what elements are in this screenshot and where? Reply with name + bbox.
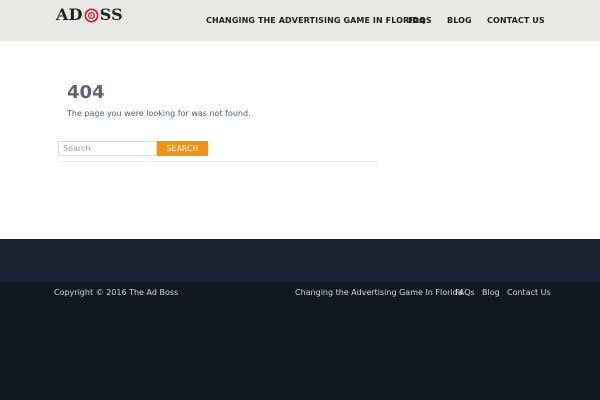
nav-item-faqs[interactable]: FAQS	[408, 14, 432, 28]
site-header: AD SS CHANGING THE ADVERTISING GAME IN F…	[0, 0, 600, 41]
error-code: 404	[67, 82, 105, 103]
search-button[interactable]: SEARCH	[157, 141, 208, 156]
copyright-text: Copyright © 2016 The Ad Boss	[54, 288, 179, 297]
content-divider	[58, 161, 378, 162]
nav-item-changing-the-advertising-game[interactable]: CHANGING THE ADVERTISING GAME IN FLORIDA	[206, 14, 425, 28]
target-icon	[84, 8, 99, 23]
search-input[interactable]	[58, 141, 157, 156]
footer-link-contact-us[interactable]: Contact Us	[507, 287, 551, 298]
error-message: The page you were looking for was not fo…	[67, 109, 251, 118]
footer-bottom-bar	[0, 282, 600, 400]
nav-item-blog[interactable]: BLOG	[447, 14, 472, 28]
footer-link-faqs[interactable]: FAQs	[455, 287, 475, 298]
logo-text-end: SS	[99, 5, 123, 24]
logo-text-start: AD	[56, 5, 83, 24]
main-content: 404 The page you were looking for was no…	[0, 41, 600, 239]
nav-item-contact-us[interactable]: CONTACT US	[487, 14, 545, 28]
footer-link-changing-the-advertising-game[interactable]: Changing the Advertising Game In Florida	[295, 287, 463, 298]
footer-link-blog[interactable]: Blog	[482, 287, 500, 298]
footer-widget-area	[0, 239, 600, 282]
site-logo[interactable]: AD SS	[56, 5, 123, 25]
